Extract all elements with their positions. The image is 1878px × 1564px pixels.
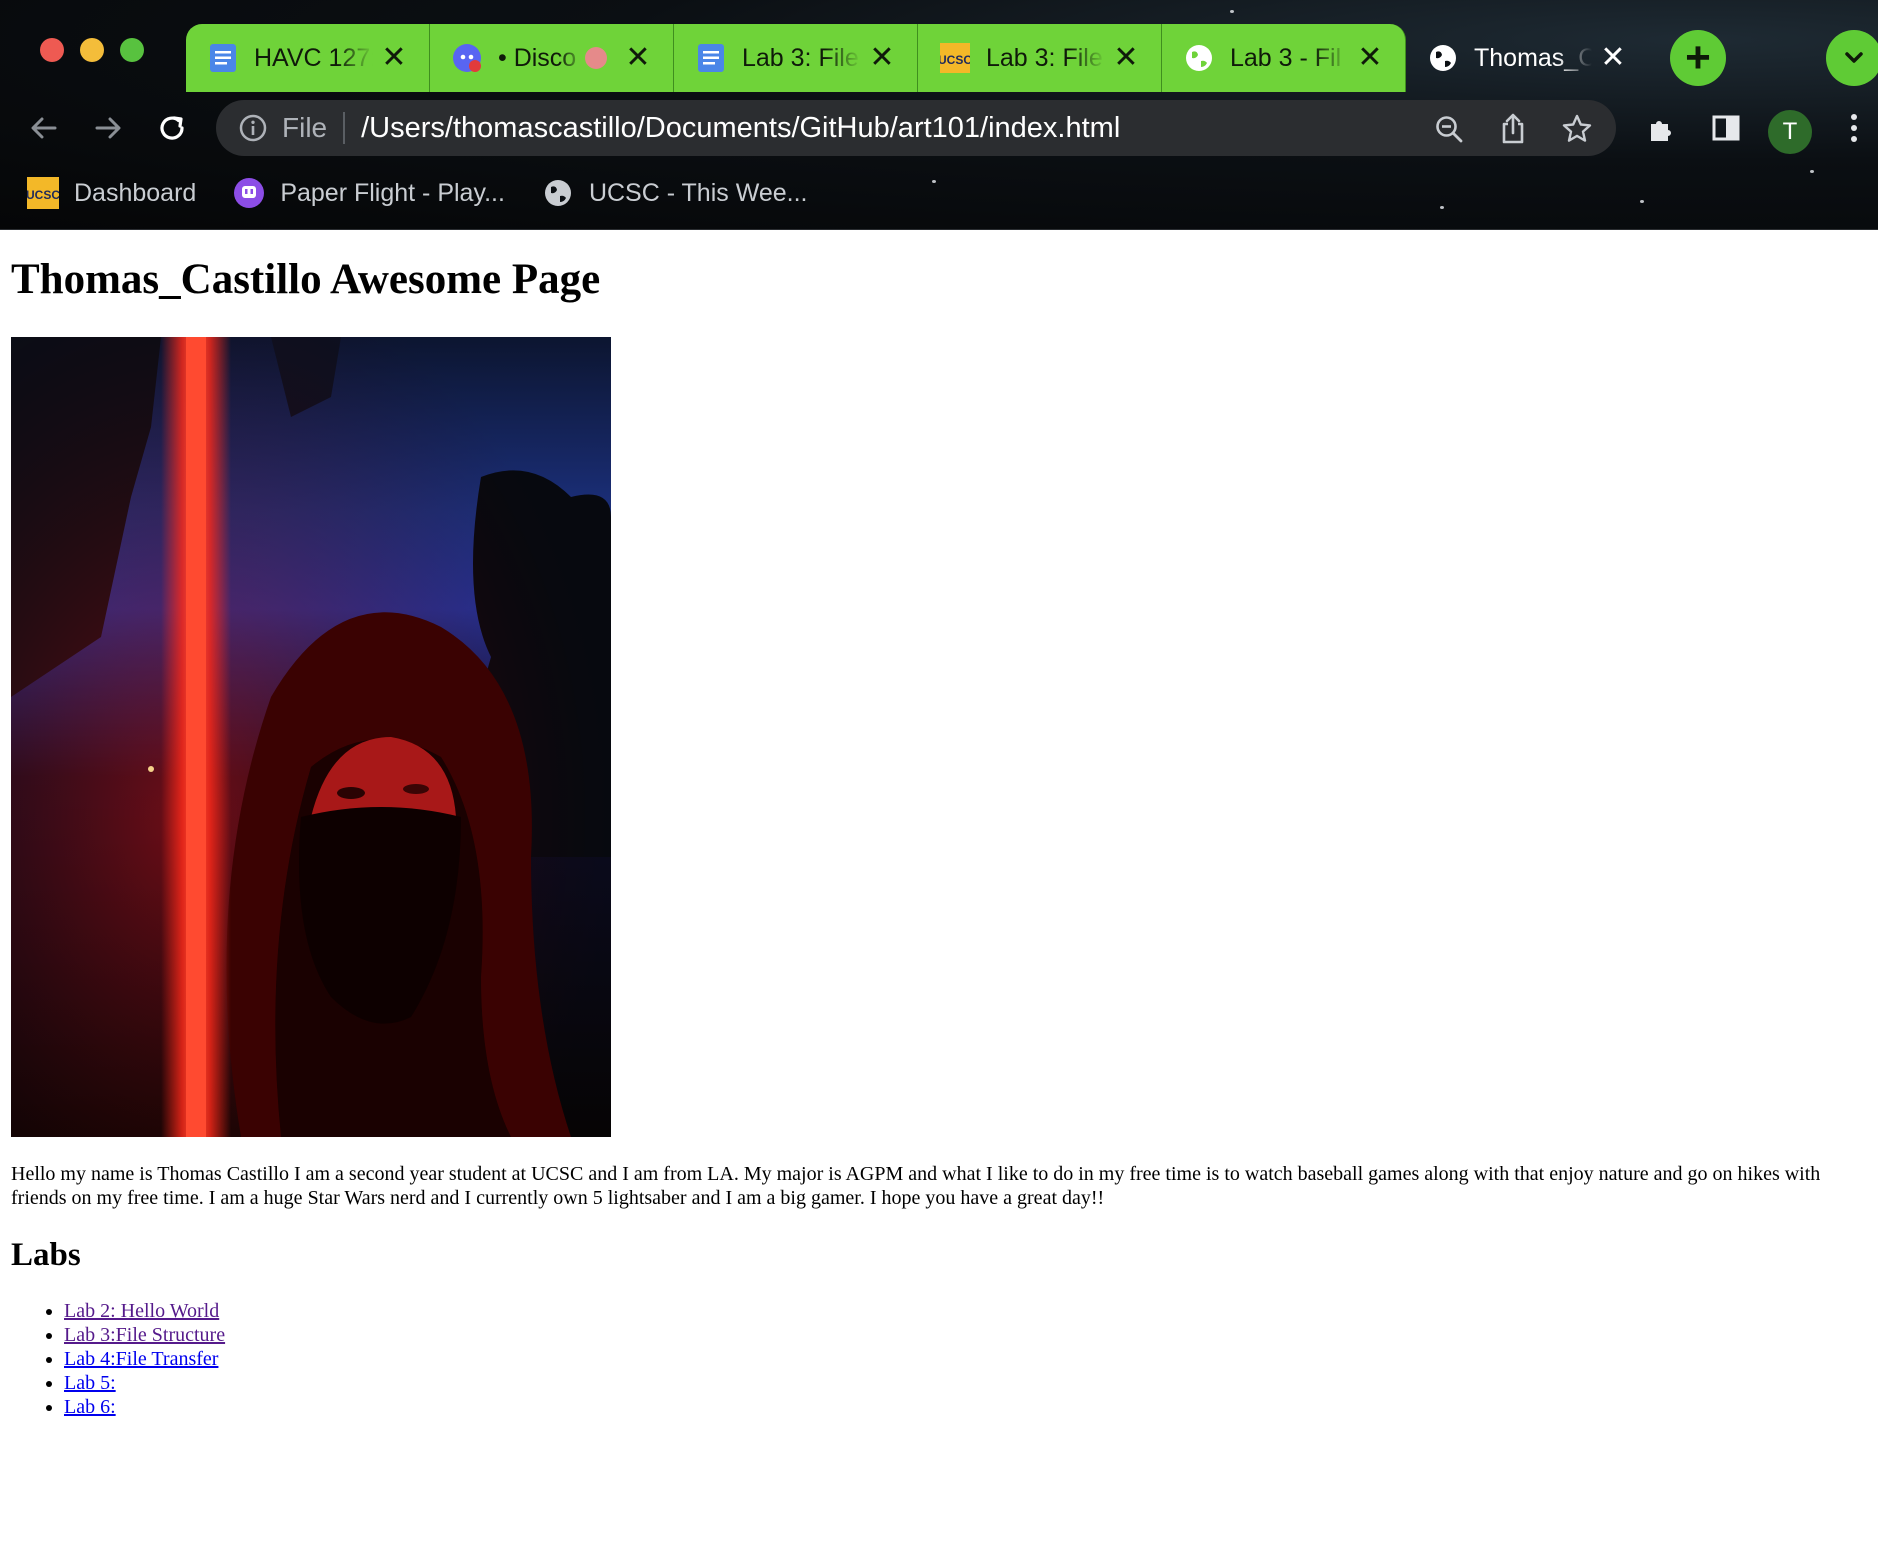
bookmark-ucsc-this-week[interactable]: UCSC - This Wee... xyxy=(541,176,808,210)
profile-avatar[interactable]: T xyxy=(1768,110,1812,154)
profile-photo xyxy=(11,337,611,1137)
info-icon[interactable] xyxy=(238,113,268,143)
extensions-button[interactable] xyxy=(1642,108,1682,148)
reload-button[interactable] xyxy=(146,102,198,154)
wallpaper-speck xyxy=(1640,200,1644,203)
tab-discord[interactable]: • Disco ✕ xyxy=(430,24,674,92)
close-window-button[interactable] xyxy=(40,38,64,62)
list-item: Lab 5: xyxy=(64,1371,225,1395)
list-item: Lab 2: Hello World xyxy=(64,1299,225,1323)
puzzle-icon xyxy=(1651,121,1671,141)
svg-text:UCSC: UCSC xyxy=(27,188,59,202)
audio-indicator-icon xyxy=(585,47,607,69)
discord-icon xyxy=(452,43,482,73)
zoom-window-button[interactable] xyxy=(120,38,144,62)
tab-havc[interactable]: HAVC 127: ✕ xyxy=(186,24,430,92)
globe-icon xyxy=(1184,43,1214,73)
toolbar: File /Users/thomascastillo/Documents/Git… xyxy=(0,96,1878,160)
bookmark-star-icon[interactable] xyxy=(1560,112,1594,146)
side-panel-button[interactable] xyxy=(1706,108,1746,148)
lab-4-link[interactable]: Lab 4:File Transfer xyxy=(64,1348,218,1370)
reload-icon xyxy=(160,116,184,140)
close-tab-icon[interactable]: ✕ xyxy=(1598,43,1628,73)
google-docs-icon xyxy=(696,43,726,73)
bookmark-dashboard[interactable]: UCSC Dashboard xyxy=(26,176,196,210)
chevron-down-icon xyxy=(1845,52,1863,63)
wallpaper-speck xyxy=(1230,10,1234,13)
svg-text:UCSC: UCSC xyxy=(940,53,970,67)
globe-icon xyxy=(1428,43,1458,73)
tab-title: Lab 3 - Fil xyxy=(1230,43,1342,72)
twitch-icon xyxy=(232,176,266,210)
new-tab-button[interactable]: + xyxy=(1670,30,1726,86)
close-tab-icon[interactable]: ✕ xyxy=(379,43,409,73)
tab-lab3-ucsc[interactable]: UCSC Lab 3: File ✕ xyxy=(918,24,1162,92)
close-tab-icon[interactable]: ✕ xyxy=(1355,43,1385,73)
list-item: Lab 6: xyxy=(64,1395,225,1419)
bookmark-label: Paper Flight - Play... xyxy=(280,178,505,207)
share-icon[interactable] xyxy=(1496,112,1530,146)
bookmarks-bar: UCSC Dashboard Paper Flight - Play... UC… xyxy=(26,168,844,218)
tab-search-button[interactable] xyxy=(1826,30,1878,86)
lab-2-link[interactable]: Lab 2: Hello World xyxy=(64,1300,219,1322)
globe-icon xyxy=(541,176,575,210)
zoom-out-icon[interactable] xyxy=(1432,112,1466,146)
tab-lab3-web[interactable]: Lab 3 - Fil ✕ xyxy=(1162,24,1406,92)
lab-3-link[interactable]: Lab 3:File Structure xyxy=(64,1324,225,1346)
bookmark-label: UCSC - This Wee... xyxy=(588,178,808,207)
tab-title: Lab 3: File xyxy=(986,43,1103,72)
window-controls xyxy=(40,38,144,62)
address-bar[interactable]: File /Users/thomascastillo/Documents/Git… xyxy=(216,100,1616,156)
web-page: Thomas_Castillo Awesome Page Hello my na… xyxy=(0,231,1878,1564)
labs-list: Lab 2: Hello World Lab 3:File Structure … xyxy=(64,1299,225,1419)
lab-6-link[interactable]: Lab 6: xyxy=(64,1396,116,1418)
arrow-left-icon xyxy=(31,117,57,139)
google-docs-icon xyxy=(208,43,238,73)
tab-title: Thomas_C xyxy=(1474,43,1592,72)
list-item: Lab 3:File Structure xyxy=(64,1323,225,1347)
wallpaper-speck xyxy=(1810,170,1814,173)
page-title: Thomas_Castillo Awesome Page xyxy=(11,256,601,303)
close-tab-icon[interactable]: ✕ xyxy=(623,43,653,73)
browser-chrome: HAVC 127: ✕ • Disco ✕ Lab 3: File ✕ UCSC… xyxy=(0,0,1878,230)
tab-strip: HAVC 127: ✕ • Disco ✕ Lab 3: File ✕ UCSC… xyxy=(186,24,1648,92)
tab-title: Lab 3: File xyxy=(742,43,859,72)
kebab-menu-icon xyxy=(1851,114,1857,142)
tab-thomas-active[interactable]: Thomas_C ✕ xyxy=(1406,24,1648,92)
scheme-label: File xyxy=(282,112,328,143)
bookmark-paper-flight[interactable]: Paper Flight - Play... xyxy=(232,176,505,210)
wallpaper-speck xyxy=(932,180,936,183)
lab-5-link[interactable]: Lab 5: xyxy=(64,1372,116,1394)
url-text[interactable]: /Users/thomascastillo/Documents/GitHub/a… xyxy=(361,112,1120,145)
arrow-right-icon xyxy=(95,117,121,139)
labs-heading: Labs xyxy=(11,1237,81,1273)
close-tab-icon[interactable]: ✕ xyxy=(1111,43,1141,73)
forward-button[interactable] xyxy=(82,102,134,154)
close-tab-icon[interactable]: ✕ xyxy=(867,43,897,73)
tab-lab3-doc[interactable]: Lab 3: File ✕ xyxy=(674,24,918,92)
wallpaper-speck xyxy=(1440,206,1444,209)
ucsc-icon: UCSC xyxy=(940,43,970,73)
list-item: Lab 4:File Transfer xyxy=(64,1347,225,1371)
menu-button[interactable] xyxy=(1834,108,1874,148)
bio-paragraph: Hello my name is Thomas Castillo I am a … xyxy=(11,1163,1821,1209)
back-button[interactable] xyxy=(18,102,70,154)
omnibox-divider xyxy=(343,112,346,144)
bookmark-label: Dashboard xyxy=(74,178,197,207)
side-panel-icon xyxy=(1712,115,1740,141)
minimize-window-button[interactable] xyxy=(80,38,104,62)
tab-title: HAVC 127: xyxy=(254,43,373,72)
ucsc-icon: UCSC xyxy=(26,176,60,210)
tab-title: • Disco xyxy=(498,43,577,72)
